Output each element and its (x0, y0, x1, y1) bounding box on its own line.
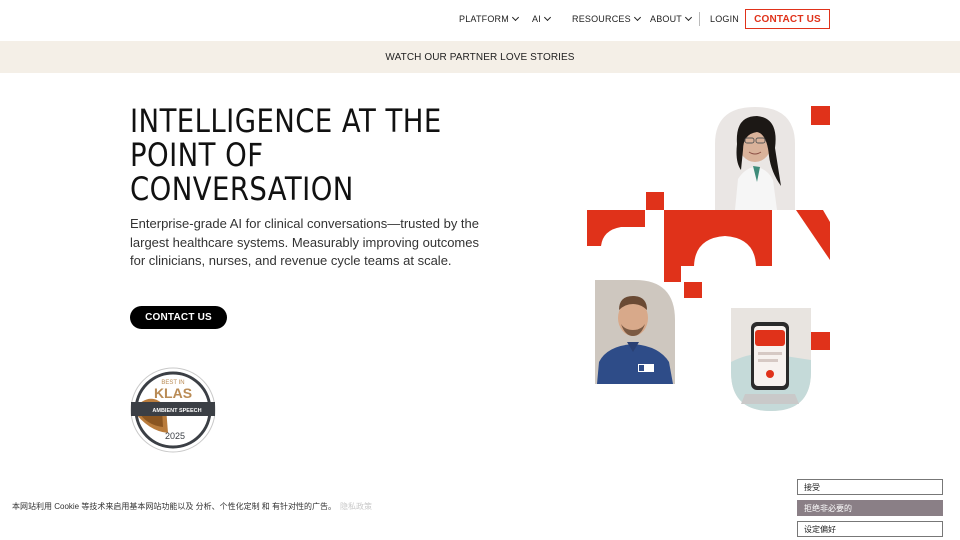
nav-contact-button[interactable]: CONTACT US (745, 9, 830, 29)
nav-about[interactable]: ABOUT (650, 13, 693, 24)
nav-resources[interactable]: RESOURCES (572, 13, 641, 24)
hero-title-line: INTELLIGENCE AT THE (130, 102, 442, 140)
banner-text: WATCH OUR PARTNER LOVE STORIES (385, 51, 575, 63)
cookie-accept-button[interactable]: 接受 (797, 479, 943, 495)
hero-description: Enterprise-grade AI for clinical convers… (130, 216, 480, 268)
cookie-reject-button[interactable]: 拒绝非必要的 (797, 500, 943, 516)
chevron-down-icon (684, 13, 693, 22)
nav-platform-label: PLATFORM (459, 14, 509, 24)
cookie-notice-text: 本网站利用 Cookie 等技术来启用基本网站功能以及 分析、个性化定制 和 有… (12, 502, 337, 511)
klas-badge: BEST IN KLAS AMBIENT SPEECH 2025 (130, 367, 216, 453)
nav-about-label: ABOUT (650, 14, 683, 24)
hero-contact-button[interactable]: CONTACT US (130, 306, 227, 329)
cookie-privacy-link[interactable]: 隐私政策 (340, 502, 372, 511)
chevron-down-icon (543, 13, 551, 22)
hero-title: INTELLIGENCE AT THE POINT OF CONVERSATIO… (130, 104, 457, 206)
nav-resources-label: RESOURCES (572, 14, 631, 24)
cookie-preferences-button[interactable]: 设定偏好 (797, 521, 943, 537)
nav-divider (699, 12, 700, 26)
hero-title-line: CONVERSATION (130, 170, 354, 208)
partner-stories-banner[interactable]: WATCH OUR PARTNER LOVE STORIES (0, 41, 960, 73)
hero-collage (587, 106, 830, 411)
hero-title-line: POINT OF (130, 136, 264, 174)
nav-ai[interactable]: AI (532, 13, 551, 24)
phone-app-photo (731, 308, 811, 411)
nav-login-label: LOGIN (710, 14, 740, 24)
top-nav: PLATFORM AI RESOURCES ABOUT LOGIN CONTAC… (0, 0, 960, 41)
badge-year-text: 2025 (165, 431, 185, 441)
clinician-photo-bottom (595, 280, 675, 384)
chevron-down-icon (633, 13, 641, 22)
badge-category-text: AMBIENT SPEECH (152, 408, 201, 414)
chevron-down-icon (511, 13, 519, 22)
nav-ai-label: AI (532, 14, 541, 24)
nav-login[interactable]: LOGIN (710, 14, 739, 24)
clinician-photo-top (715, 107, 795, 210)
cookie-notice: 本网站利用 Cookie 等技术来启用基本网站功能以及 分析、个性化定制 和 有… (12, 501, 372, 512)
badge-brand-text: KLAS (154, 385, 192, 401)
nav-platform[interactable]: PLATFORM (459, 13, 519, 24)
